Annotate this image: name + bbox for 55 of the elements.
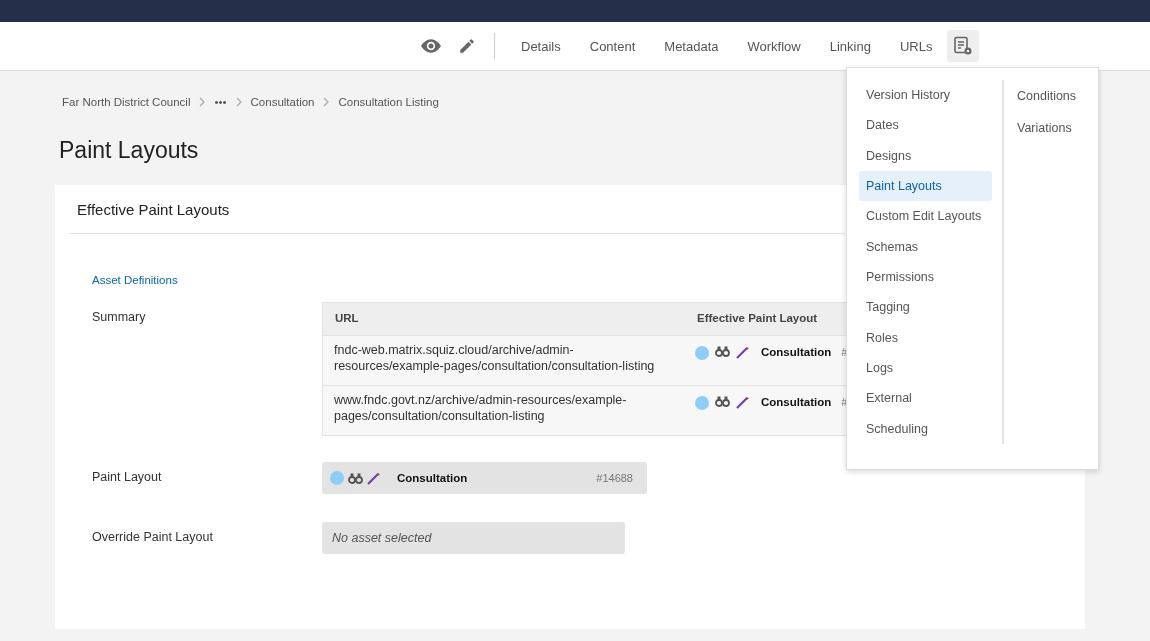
asset-select-field[interactable]: No asset selected [322, 522, 625, 554]
menu-item[interactable]: Permissions [859, 261, 992, 293]
menu-item[interactable]: Dates [859, 110, 992, 141]
brush-icon [736, 346, 750, 359]
pencil-icon [458, 37, 476, 55]
binoculars-icon [715, 396, 730, 407]
nav-tab[interactable]: Content [575, 26, 650, 66]
brush-icon [736, 396, 750, 409]
menu-item[interactable]: Paint Layouts [859, 171, 992, 202]
circle-icon [695, 396, 709, 410]
chevron-right-icon [234, 97, 243, 107]
menu-item[interactable]: Roles [859, 322, 992, 353]
field-label: Paint Layout [92, 469, 163, 486]
asset-name: Consultation [761, 396, 832, 408]
menu-item[interactable]: Version History [859, 80, 992, 111]
breadcrumb-link[interactable]: Far North District Council [62, 96, 191, 108]
brush-icon [367, 471, 381, 485]
chevron-right-icon [198, 97, 207, 107]
menu-item[interactable]: Custom Edit Layouts [859, 201, 992, 232]
menu-item[interactable]: External [859, 383, 992, 414]
url-cell-text: fndc-web.matrix.squiz.cloud/archive/admin-resources/example-pages/consultation/consultation-listing [333, 342, 656, 375]
circle-icon [695, 346, 709, 360]
asset-chip[interactable]: Consultation #14688 [322, 462, 647, 494]
url-cell-text: www.fndc.govt.nz/archive/admin-resources/example-pages/consultation/consultation-listing [333, 392, 628, 425]
breadcrumb-link[interactable]: ••• [214, 96, 227, 108]
menu-item[interactable]: Tagging [859, 292, 992, 323]
breadcrumb-link[interactable]: Consultation Listing [338, 96, 439, 108]
chevron-right-icon [322, 97, 331, 107]
nav-tab[interactable]: Workflow [733, 26, 815, 66]
circle-icon [330, 471, 344, 485]
nav-tab[interactable]: URLs [885, 26, 947, 66]
menu-item[interactable]: Logs [859, 352, 992, 384]
document-gear-icon [953, 36, 974, 56]
column-header: Effective Paint Layout [696, 311, 819, 326]
field-label: Override Paint Layout [92, 529, 214, 546]
menu-item[interactable]: Conditions [1010, 80, 1084, 113]
menu-item[interactable]: Scheduling [859, 413, 992, 444]
menu-item[interactable]: Schemas [859, 231, 992, 262]
field-label: Summary [92, 309, 147, 326]
asset-name: Consultation [397, 472, 469, 484]
page-title: Paint Layouts [59, 137, 199, 165]
binoculars-icon [715, 346, 730, 357]
nav-tab[interactable]: Details [507, 26, 575, 66]
asset-name: Consultation [761, 346, 832, 358]
nav-tab[interactable]: Metadata [650, 26, 733, 66]
settings-menu-button[interactable] [947, 30, 980, 62]
binoculars-icon [348, 472, 363, 484]
asset-definitions-link[interactable]: Asset Definitions [92, 274, 178, 286]
asset-id: #14688 [596, 472, 633, 484]
menu-item[interactable]: Variations [1010, 112, 1084, 145]
breadcrumb-link[interactable]: Consultation [250, 96, 315, 108]
eye-icon [421, 39, 441, 53]
column-header: URL [334, 311, 360, 326]
nav-tab[interactable]: Linking [815, 26, 885, 66]
menu-item[interactable]: Designs [859, 140, 992, 171]
